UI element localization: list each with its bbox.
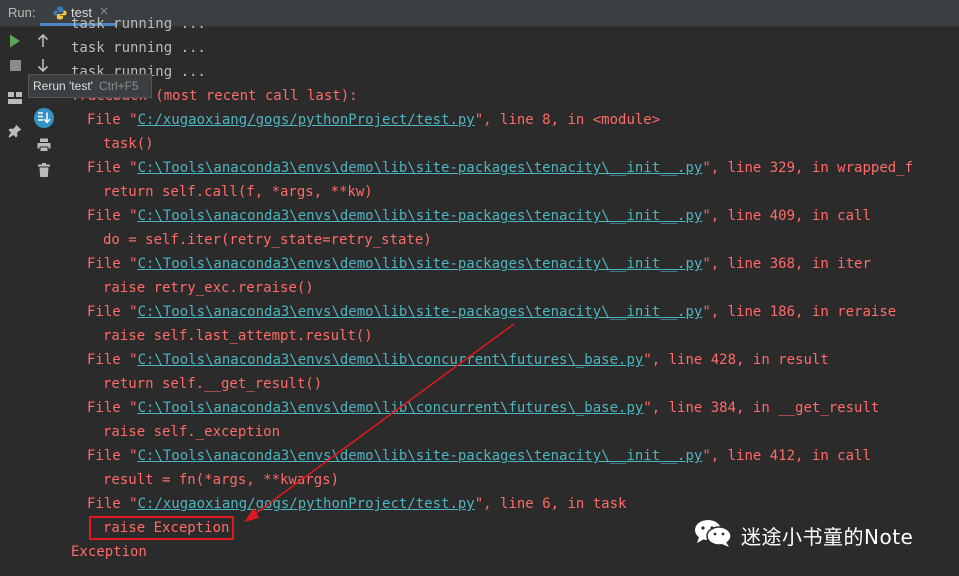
- annotation-arrow: [244, 323, 515, 522]
- watermark: 迷途小书童的Note: [693, 519, 913, 551]
- wechat-icon: [693, 518, 733, 552]
- watermark-text: 迷途小书童的Note: [741, 524, 914, 549]
